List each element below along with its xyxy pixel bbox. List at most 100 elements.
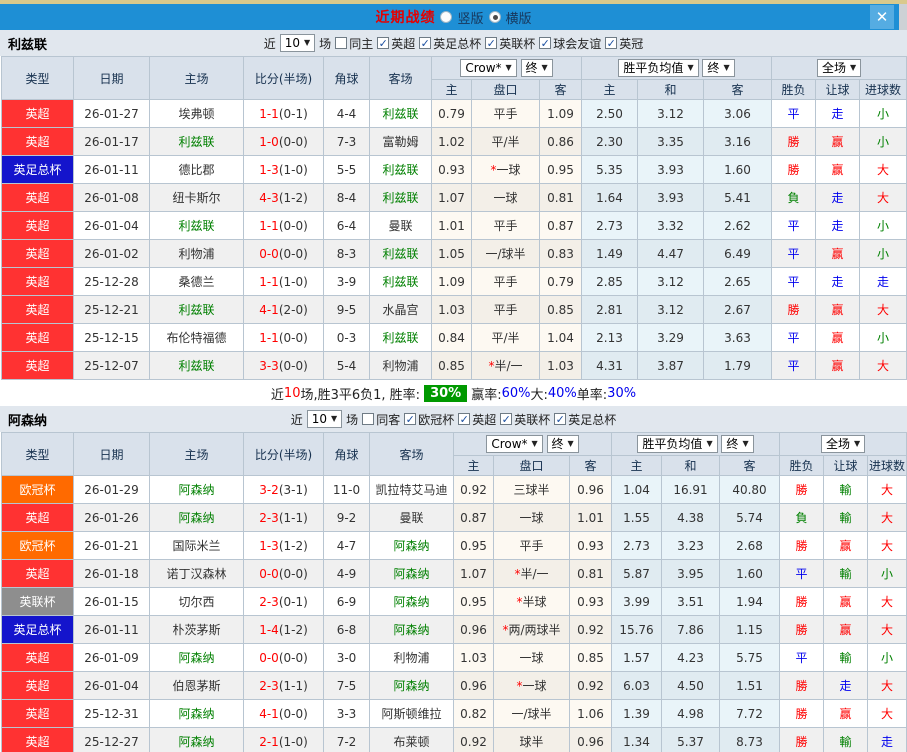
- close-icon[interactable]: ✕: [870, 5, 894, 29]
- away-team: 曼联: [370, 212, 432, 240]
- col-date: 日期: [74, 57, 150, 100]
- home-team: 布伦特福德: [150, 324, 244, 352]
- match-score: 2-3(1-1): [244, 672, 324, 700]
- checkbox-icon[interactable]: ✓: [605, 37, 617, 49]
- wdl-result: 平: [780, 560, 824, 588]
- halftime-score: (0-0): [279, 567, 308, 581]
- away-team: 利兹联: [370, 240, 432, 268]
- match-date: 26-01-02: [74, 240, 150, 268]
- wdl-result: 勝: [780, 616, 824, 644]
- handicap-line: 一/球半: [472, 240, 540, 268]
- goals-result: 大: [868, 532, 907, 560]
- avg-draw-odds: 4.23: [662, 644, 720, 672]
- match-row: 英超25-12-21利兹联4-1(2-0)9-5水晶宫1.03平手0.852.8…: [2, 296, 907, 324]
- handicap-line-text: 平/半: [491, 331, 519, 345]
- match-scope-select[interactable]: 全场▼: [821, 435, 865, 453]
- handicap-home-odds: 1.01: [432, 212, 472, 240]
- horizontal-layout-label[interactable]: 横版: [506, 8, 532, 27]
- type-badge: 英超: [2, 240, 74, 268]
- league-filter[interactable]: ✓英超: [458, 411, 496, 428]
- handicap-line: 一/球半: [494, 700, 570, 728]
- league-filter[interactable]: ✓英超: [377, 35, 415, 52]
- match-scope-select[interactable]: 全场▼: [817, 59, 861, 77]
- league-filter[interactable]: ✓英冠: [605, 35, 643, 52]
- league-filter[interactable]: ✓欧冠杯: [404, 411, 454, 428]
- match-row: 英足总杯26-01-11德比郡1-3(1-0)5-5利兹联0.93*一球0.95…: [2, 156, 907, 184]
- avg-away-odds: 3.16: [704, 128, 772, 156]
- match-count-select[interactable]: 10▼: [307, 410, 342, 428]
- match-date: 25-12-31: [74, 700, 150, 728]
- match-score: 1-3(1-0): [244, 156, 324, 184]
- avg-away-odds: 2.67: [704, 296, 772, 324]
- type-badge: 欧冠杯: [2, 532, 74, 560]
- handicap-home-odds: 1.07: [432, 184, 472, 212]
- handicap-line: 平手: [472, 268, 540, 296]
- bookmaker-select[interactable]: Crow*▼: [486, 435, 542, 453]
- horizontal-layout-radio[interactable]: [489, 11, 501, 23]
- league-filter[interactable]: ✓英联杯: [485, 35, 535, 52]
- home-team: 国际米兰: [150, 532, 244, 560]
- avg-draw-odds: 3.93: [638, 184, 704, 212]
- vertical-layout-label[interactable]: 竖版: [457, 8, 483, 27]
- avg-home-odds: 6.03: [612, 672, 662, 700]
- same-venue-filter[interactable]: 同主: [335, 35, 373, 52]
- checkbox-icon[interactable]: ✓: [539, 37, 551, 49]
- handicap-result: 輸: [824, 644, 868, 672]
- same-venue-filter[interactable]: 同客: [362, 411, 400, 428]
- away-team: 阿森纳: [370, 588, 454, 616]
- dialog-title: 近期战绩: [375, 7, 435, 27]
- match-date: 26-01-27: [74, 100, 150, 128]
- odds-stage-select-2[interactable]: 终▼: [702, 59, 734, 77]
- league-filter[interactable]: ✓英足总杯: [419, 35, 481, 52]
- handicap-home-odds: 0.84: [432, 324, 472, 352]
- group-crow: Crow*▼ 终▼: [454, 433, 612, 456]
- handicap-line-text: 一/球半: [511, 707, 551, 721]
- col-avg-away: 客: [704, 80, 772, 100]
- league-filter[interactable]: ✓英足总杯: [554, 411, 616, 428]
- league-filter[interactable]: ✓英联杯: [500, 411, 550, 428]
- league-filter[interactable]: ✓球会友谊: [539, 35, 601, 52]
- match-row: 欧冠杯26-01-29阿森纳3-2(3-1)11-0凯拉特艾马迪0.92三球半0…: [2, 476, 907, 504]
- odds-stage-select-2[interactable]: 终▼: [721, 435, 753, 453]
- avg-home-odds: 1.49: [582, 240, 638, 268]
- goals-result: 大: [868, 588, 907, 616]
- section-bar-arsenal: 阿森纳 近10▼场同客✓欧冠杯✓英超✓英联杯✓英足总杯: [0, 406, 907, 432]
- fulltime-score: 0-0: [259, 651, 279, 665]
- filter-bar: 近10▼场同主✓英超✓英足总杯✓英联杯✓球会友谊✓英冠: [264, 34, 644, 52]
- odds-stage-select-1[interactable]: 终▼: [521, 59, 553, 77]
- halftime-score: (1-0): [279, 275, 308, 289]
- col-hcp-home: 主: [454, 456, 494, 476]
- fulltime-score: 1-1: [259, 107, 279, 121]
- match-row: 英超26-01-18诺丁汉森林0-0(0-0)4-9阿森纳1.07*半/一0.8…: [2, 560, 907, 588]
- avg-type-select[interactable]: 胜平负均值▼: [637, 435, 717, 453]
- league-filter-label: 英足总杯: [433, 35, 481, 52]
- avg-away-odds: 6.49: [704, 240, 772, 268]
- goals-result: 大: [868, 700, 907, 728]
- wdl-result: 勝: [780, 532, 824, 560]
- bookmaker-select[interactable]: Crow*▼: [460, 59, 516, 77]
- avg-draw-odds: 3.87: [638, 352, 704, 380]
- checkbox-icon[interactable]: ✓: [500, 413, 512, 425]
- checkbox-icon[interactable]: ✓: [554, 413, 566, 425]
- odds-stage-select-1[interactable]: 终▼: [547, 435, 579, 453]
- match-score: 4-1(2-0): [244, 296, 324, 324]
- checkbox-icon[interactable]: ✓: [458, 413, 470, 425]
- checkbox-icon[interactable]: ✓: [377, 37, 389, 49]
- match-count-select[interactable]: 10▼: [280, 34, 315, 52]
- handicap-line-text: 平手: [493, 303, 517, 317]
- avg-type-select[interactable]: 胜平负均值▼: [618, 59, 698, 77]
- type-badge: 欧冠杯: [2, 476, 74, 504]
- match-score: 0-0(0-0): [244, 560, 324, 588]
- handicap-away-odds: 0.81: [540, 184, 582, 212]
- checkbox-icon[interactable]: [362, 413, 374, 425]
- handicap-line: 一球: [494, 504, 570, 532]
- checkbox-icon[interactable]: ✓: [485, 37, 497, 49]
- right-edge-strip: [899, 4, 907, 30]
- avg-draw-odds: 3.12: [638, 268, 704, 296]
- handicap-line-text: 半/一: [494, 359, 522, 373]
- vertical-layout-radio[interactable]: [440, 11, 452, 23]
- checkbox-icon[interactable]: [335, 37, 347, 49]
- checkbox-icon[interactable]: ✓: [404, 413, 416, 425]
- checkbox-icon[interactable]: ✓: [419, 37, 431, 49]
- avg-draw-odds: 3.23: [662, 532, 720, 560]
